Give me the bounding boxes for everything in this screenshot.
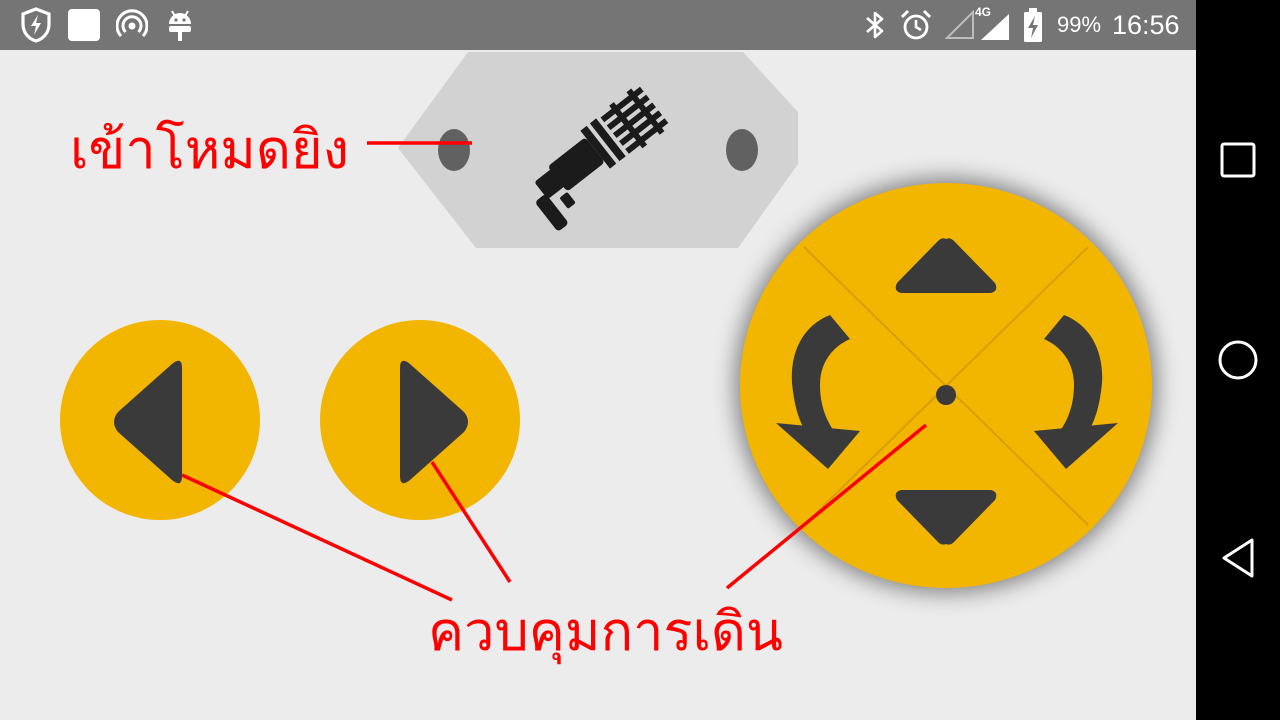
movement-annotation: ควบคุมการเดิน [428, 600, 783, 663]
fire-mode-annotation: เข้าโหมดยิง [70, 118, 349, 181]
back-button[interactable] [1196, 518, 1280, 598]
recents-button[interactable] [1196, 120, 1280, 200]
back-triangle-icon [1222, 538, 1254, 578]
home-circle-icon [1218, 340, 1258, 380]
navigation-bar [1196, 0, 1280, 720]
home-button[interactable] [1196, 320, 1280, 400]
right-button-pointer [430, 461, 512, 583]
recents-square-icon [1220, 142, 1256, 178]
dpad-pointer [725, 423, 928, 590]
left-button-pointer [181, 473, 453, 602]
